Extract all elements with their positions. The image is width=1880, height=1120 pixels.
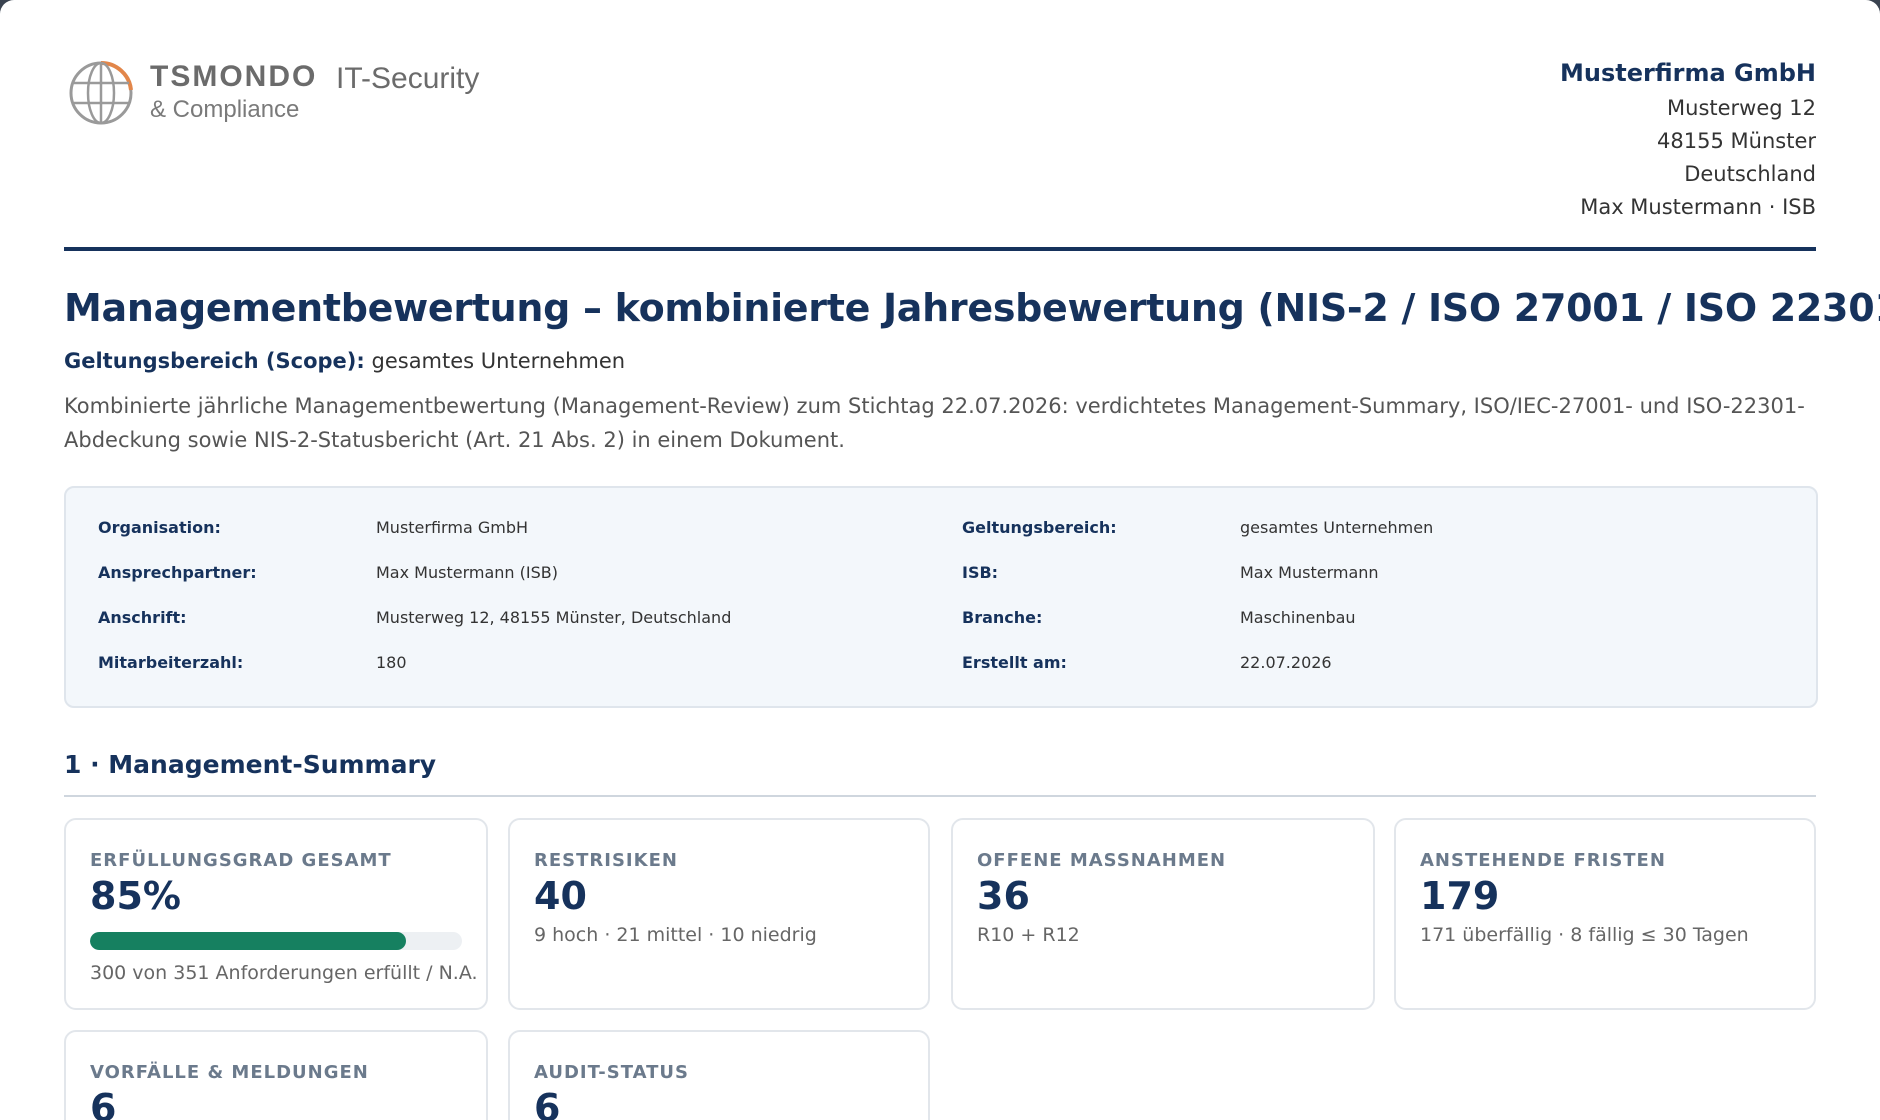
kpi-card-deadlines: ANSTEHENDE FRISTEN 179 171 überfällig · …: [1394, 818, 1816, 1010]
recipient-company: Musterfirma GmbH: [1560, 59, 1816, 87]
kpi-label: OFFENE MASSNAHMEN: [977, 850, 1227, 871]
info-value-industry: Maschinenbau: [1240, 608, 1356, 627]
brand-name: TSMONDO: [150, 60, 318, 93]
info-value-contact: Max Mustermann (ISB): [376, 563, 558, 582]
info-label-industry: Branche:: [962, 608, 1043, 627]
recipient-country: Deutschland: [1684, 162, 1816, 186]
kpi-card-incidents: VORFÄLLE & MELDUNGEN 6: [64, 1030, 488, 1120]
kpi-value: 85%: [90, 874, 181, 918]
info-label-address: Anschrift:: [98, 608, 187, 627]
kpi-label: VORFÄLLE & MELDUNGEN: [90, 1062, 369, 1083]
kpi-value: 6: [534, 1086, 561, 1120]
info-label-contact: Ansprechpartner:: [98, 563, 257, 582]
info-value-organisation: Musterfirma GmbH: [376, 518, 528, 537]
kpi-card-compliance: ERFÜLLUNGSGRAD GESAMT 85% 300 von 351 An…: [64, 818, 488, 1010]
info-label-created: Erstellt am:: [962, 653, 1067, 672]
section-divider: [64, 795, 1816, 797]
brand-product: IT-Security: [336, 62, 480, 95]
recipient-address: Musterfirma GmbH Musterweg 12 48155 Müns…: [1560, 58, 1816, 224]
brand-tagline: & Compliance: [150, 96, 300, 123]
kpi-label: AUDIT-STATUS: [534, 1062, 689, 1083]
kpi-value: 36: [977, 874, 1030, 918]
info-value-employees: 180: [376, 653, 407, 672]
info-value-isb: Max Mustermann: [1240, 563, 1379, 582]
recipient-street: Musterweg 12: [1667, 96, 1816, 120]
info-box: Organisation: Musterfirma GmbH Ansprechp…: [64, 486, 1818, 708]
scope-line: Geltungsbereich (Scope): gesamtes Untern…: [64, 349, 625, 373]
document-page: TSMONDO IT-Security & Compliance Musterf…: [0, 0, 1880, 1120]
header-divider: [64, 247, 1816, 251]
kpi-value: 6: [90, 1086, 117, 1120]
scope-value: gesamtes Unternehmen: [371, 349, 626, 373]
kpi-label: ERFÜLLUNGSGRAD GESAMT: [90, 850, 392, 871]
kpi-subtext: 9 hoch · 21 mittel · 10 niedrig: [534, 924, 817, 946]
intro-text: Kombinierte jährliche Managementbewertun…: [64, 394, 1805, 452]
kpi-card-open-measures: OFFENE MASSNAHMEN 36 R10 + R12: [951, 818, 1375, 1010]
info-value-created: 22.07.2026: [1240, 653, 1332, 672]
kpi-label: ANSTEHENDE FRISTEN: [1420, 850, 1666, 871]
brand-logo: TSMONDO IT-Security & Compliance: [68, 60, 668, 132]
info-label-isb: ISB:: [962, 563, 999, 582]
section-title-summary: 1 · Management-Summary: [64, 750, 437, 779]
recipient-city: 48155 Münster: [1657, 129, 1816, 153]
info-label-employees: Mitarbeiterzahl:: [98, 653, 244, 672]
info-value-address: Musterweg 12, 48155 Münster, Deutschland: [376, 608, 732, 627]
progress-fill: [90, 932, 407, 950]
page-title: Managementbewertung – kombinierte Jahres…: [64, 286, 1880, 330]
info-label-organisation: Organisation:: [98, 518, 221, 537]
kpi-card-audit-status: AUDIT-STATUS 6: [508, 1030, 930, 1120]
compliance-progress-bar: [90, 932, 462, 950]
kpi-card-residual-risks: RESTRISIKEN 40 9 hoch · 21 mittel · 10 n…: [508, 818, 930, 1010]
kpi-subtext: 300 von 351 Anforderungen erfüllt / N.A.: [90, 962, 478, 984]
info-label-scope: Geltungsbereich:: [962, 518, 1117, 537]
kpi-subtext: 171 überfällig · 8 fällig ≤ 30 Tagen: [1420, 924, 1749, 946]
globe-icon: [69, 60, 133, 125]
kpi-value: 40: [534, 874, 587, 918]
scope-label: Geltungsbereich (Scope):: [64, 349, 365, 373]
kpi-subtext: R10 + R12: [977, 924, 1080, 946]
recipient-contact: Max Mustermann · ISB: [1580, 195, 1816, 219]
info-value-scope: gesamtes Unternehmen: [1240, 518, 1434, 537]
kpi-value: 179: [1420, 874, 1500, 918]
kpi-label: RESTRISIKEN: [534, 850, 678, 871]
